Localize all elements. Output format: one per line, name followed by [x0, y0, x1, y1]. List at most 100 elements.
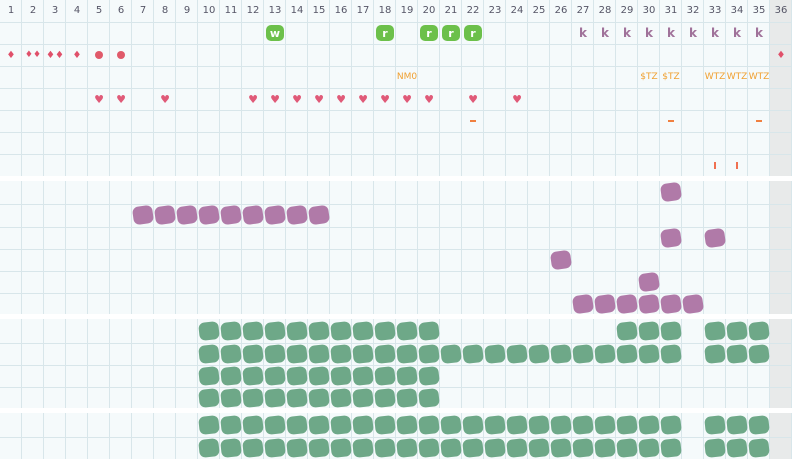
green-cell[interactable] [616, 437, 638, 459]
heart-icon[interactable]: ♥ [110, 88, 132, 110]
green-cell[interactable] [616, 414, 638, 436]
green-cell[interactable] [572, 437, 594, 459]
column-header-4[interactable]: 4 [66, 0, 88, 22]
k-marker[interactable]: k [616, 22, 638, 44]
green-cell[interactable] [198, 387, 220, 409]
column-header-15[interactable]: 15 [308, 0, 330, 22]
orange-label[interactable]: NM0 [396, 66, 418, 88]
heart-icon[interactable]: ♥ [330, 88, 352, 110]
column-header-29[interactable]: 29 [616, 0, 638, 22]
heart-icon[interactable]: ♥ [308, 88, 330, 110]
k-marker[interactable]: k [704, 22, 726, 44]
green-cell[interactable] [308, 414, 330, 436]
green-cell[interactable] [352, 343, 374, 365]
heart-icon[interactable]: ♥ [396, 88, 418, 110]
green-cell[interactable] [286, 387, 308, 409]
purple-cell[interactable] [703, 227, 727, 249]
column-header-27[interactable]: 27 [572, 0, 594, 22]
green-cell[interactable] [242, 387, 264, 409]
green-cell[interactable] [198, 414, 220, 436]
green-cell[interactable] [352, 387, 374, 409]
heart-icon[interactable]: ♥ [462, 88, 484, 110]
column-header-30[interactable]: 30 [638, 0, 660, 22]
column-header-23[interactable]: 23 [484, 0, 506, 22]
green-cell[interactable] [264, 414, 286, 436]
green-cell[interactable] [748, 343, 770, 365]
green-cell[interactable] [264, 343, 286, 365]
column-header-7[interactable]: 7 [132, 0, 154, 22]
green-cell[interactable] [352, 365, 374, 387]
purple-cell[interactable] [681, 293, 705, 315]
purple-cell[interactable] [549, 249, 573, 271]
k-marker[interactable]: k [748, 22, 770, 44]
green-cell[interactable] [220, 320, 242, 342]
drop-cell[interactable]: ♦ [66, 44, 88, 66]
column-header-21[interactable]: 21 [440, 0, 462, 22]
green-cell[interactable] [198, 437, 220, 459]
column-header-11[interactable]: 11 [220, 0, 242, 22]
heart-icon[interactable]: ♥ [286, 88, 308, 110]
green-cell[interactable] [418, 414, 440, 436]
purple-cell[interactable] [263, 204, 287, 226]
green-cell[interactable] [242, 320, 264, 342]
green-cell[interactable] [242, 414, 264, 436]
green-cell[interactable] [528, 414, 550, 436]
drop-cell[interactable] [88, 44, 110, 66]
drop-cell[interactable]: ♦ [770, 44, 792, 66]
green-cell[interactable] [462, 437, 484, 459]
green-cell[interactable] [198, 343, 220, 365]
green-cell[interactable] [330, 387, 352, 409]
green-cell[interactable] [704, 320, 726, 342]
green-cell[interactable] [506, 343, 528, 365]
badge-cell[interactable]: w [264, 22, 286, 44]
column-header-33[interactable]: 33 [704, 0, 726, 22]
purple-cell[interactable] [659, 227, 683, 249]
green-cell[interactable] [330, 437, 352, 459]
green-cell[interactable] [220, 387, 242, 409]
purple-cell[interactable] [131, 204, 155, 226]
green-cell[interactable] [330, 343, 352, 365]
column-header-8[interactable]: 8 [154, 0, 176, 22]
purple-cell[interactable] [659, 181, 683, 203]
column-header-16[interactable]: 16 [330, 0, 352, 22]
green-cell[interactable] [264, 387, 286, 409]
badge-cell[interactable]: r [374, 22, 396, 44]
heart-icon[interactable]: ♥ [506, 88, 528, 110]
green-cell[interactable] [506, 437, 528, 459]
green-cell[interactable] [484, 343, 506, 365]
green-cell[interactable] [660, 437, 682, 459]
green-cell[interactable] [264, 320, 286, 342]
green-cell[interactable] [726, 343, 748, 365]
purple-cell[interactable] [593, 293, 617, 315]
green-cell[interactable] [704, 414, 726, 436]
heart-icon[interactable]: ♥ [154, 88, 176, 110]
green-cell[interactable] [594, 414, 616, 436]
green-cell[interactable] [594, 437, 616, 459]
heart-icon[interactable]: ♥ [374, 88, 396, 110]
dash-cell[interactable] [748, 110, 770, 132]
green-cell[interactable] [638, 320, 660, 342]
green-cell[interactable] [616, 343, 638, 365]
green-cell[interactable] [242, 437, 264, 459]
green-cell[interactable] [264, 437, 286, 459]
green-cell[interactable] [726, 437, 748, 459]
column-header-32[interactable]: 32 [682, 0, 704, 22]
drop-cell[interactable]: ♦♦ [44, 44, 66, 66]
green-cell[interactable] [308, 437, 330, 459]
green-cell[interactable] [198, 320, 220, 342]
heart-icon[interactable]: ♥ [242, 88, 264, 110]
column-header-24[interactable]: 24 [506, 0, 528, 22]
column-header-31[interactable]: 31 [660, 0, 682, 22]
column-header-2[interactable]: 2 [22, 0, 44, 22]
green-cell[interactable] [286, 414, 308, 436]
green-cell[interactable] [220, 414, 242, 436]
green-cell[interactable] [374, 343, 396, 365]
column-header-9[interactable]: 9 [176, 0, 198, 22]
column-header-12[interactable]: 12 [242, 0, 264, 22]
purple-cell[interactable] [285, 204, 309, 226]
green-cell[interactable] [594, 343, 616, 365]
green-cell[interactable] [462, 343, 484, 365]
purple-cell[interactable] [659, 293, 683, 315]
green-cell[interactable] [396, 437, 418, 459]
green-cell[interactable] [396, 320, 418, 342]
